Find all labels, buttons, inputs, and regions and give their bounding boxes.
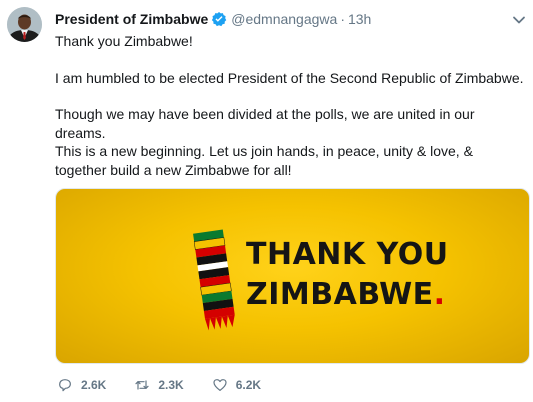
reply-icon [59, 379, 71, 392]
tweet-text-paragraph-1: Thank you Zimbabwe! [55, 33, 193, 49]
like-count: 6.2K [235, 378, 262, 392]
reply-button[interactable]: 2.6K [57, 377, 106, 393]
media-headline-dot: . [433, 277, 446, 312]
tweet: President of Zimbabwe @edmnangagwa · 13h… [0, 0, 533, 402]
avatar[interactable] [7, 7, 42, 42]
header-separator: · [340, 11, 345, 27]
tweet-media-image[interactable]: THANK YOU ZIMBABWE. [55, 188, 530, 364]
author-handle[interactable]: @edmnangagwa [231, 11, 337, 27]
tweet-text-paragraph-2: I am humbled to be elected President of … [55, 70, 524, 86]
verified-badge-icon [212, 12, 227, 27]
retweet-button[interactable]: 2.3K [134, 377, 184, 393]
media-headline-line-2: ZIMBABWE. [246, 277, 446, 312]
retweet-icon [135, 380, 149, 390]
chevron-down-icon[interactable] [512, 13, 526, 27]
tweet-text-paragraph-3: Though we may have been divided at the p… [55, 106, 475, 141]
media-headline-word: ZIMBABWE [246, 277, 434, 312]
avatar-image [7, 7, 42, 42]
zimbabwe-scarf-graphic [193, 229, 235, 331]
media-headline-line-1: THANK YOU [246, 237, 449, 272]
like-button[interactable]: 6.2K [212, 377, 261, 393]
tweet-header: President of Zimbabwe @edmnangagwa · 13h [55, 10, 371, 28]
tweet-text-paragraph-4: This is a new beginning. Let us join han… [55, 143, 473, 178]
author-display-name[interactable]: President of Zimbabwe [55, 11, 208, 27]
reply-count: 2.6K [81, 378, 107, 392]
tweet-timestamp[interactable]: 13h [348, 11, 371, 27]
retweet-count: 2.3K [158, 378, 184, 392]
like-icon [213, 379, 227, 391]
tweet-action-bar: 2.6K 2.3K 6.2K [57, 376, 289, 394]
